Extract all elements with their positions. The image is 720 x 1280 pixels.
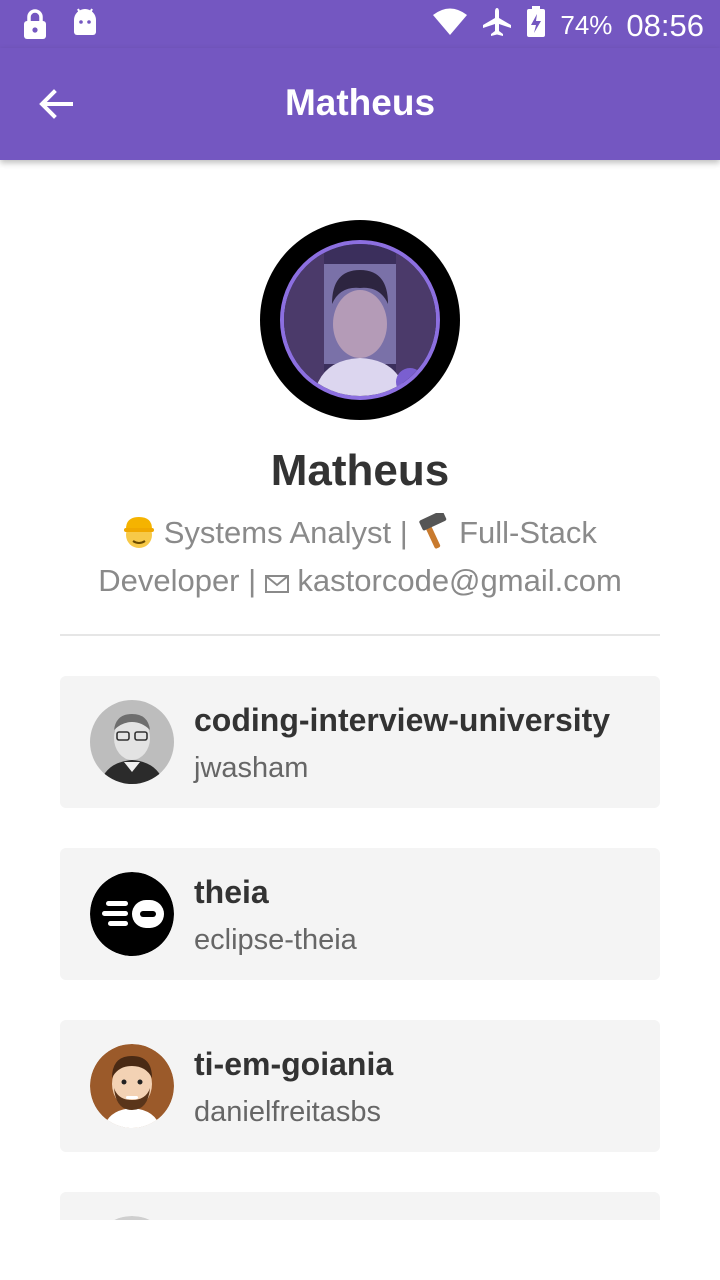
lock-icon bbox=[22, 8, 48, 45]
owner-avatar bbox=[90, 1044, 174, 1128]
repo-owner: eclipse-theia bbox=[194, 924, 357, 956]
airplane-icon bbox=[482, 7, 512, 44]
repo-list[interactable]: coding-interview-university jwasham thei… bbox=[60, 676, 660, 1220]
repo-card[interactable] bbox=[60, 1192, 660, 1220]
repo-owner: danielfreitasbs bbox=[194, 1096, 381, 1128]
owner-avatar bbox=[90, 1216, 174, 1220]
owner-avatar bbox=[90, 872, 174, 956]
android-icon bbox=[72, 8, 98, 45]
repo-card[interactable]: ti-em-goiania danielfreitasbs bbox=[60, 1020, 660, 1152]
repo-owner: jwasham bbox=[194, 752, 309, 784]
profile-bio: Systems Analyst | Full-Stack Developer |… bbox=[70, 510, 650, 604]
wifi-icon bbox=[432, 8, 468, 43]
clock: 08:56 bbox=[626, 7, 704, 43]
profile-name: Matheus bbox=[270, 446, 450, 495]
profile-avatar bbox=[260, 220, 460, 420]
bio-email[interactable]: kastorcode@gmail.com bbox=[297, 563, 621, 598]
repo-card[interactable]: coding-interview-university jwasham bbox=[60, 676, 660, 808]
page-title: Matheus bbox=[284, 82, 436, 123]
construction-worker-emoji bbox=[123, 513, 155, 560]
bio-text-1: Systems Analyst | bbox=[163, 515, 417, 550]
divider bbox=[60, 634, 660, 636]
avatar bbox=[280, 240, 440, 400]
app-bar: Matheus bbox=[0, 48, 720, 160]
battery-percentage: 74% bbox=[560, 10, 613, 40]
envelope-icon bbox=[264, 562, 289, 604]
owner-avatar bbox=[90, 700, 174, 784]
repo-name: coding-interview-university bbox=[194, 702, 611, 738]
hammer-emoji bbox=[416, 510, 450, 560]
repo-card[interactable]: theia eclipse-theia bbox=[60, 848, 660, 980]
status-bar: 74% 08:56 bbox=[0, 0, 720, 48]
repo-name: ti-em-goiania bbox=[194, 1046, 394, 1082]
battery-icon bbox=[526, 6, 546, 45]
repo-name: theia bbox=[194, 874, 269, 910]
